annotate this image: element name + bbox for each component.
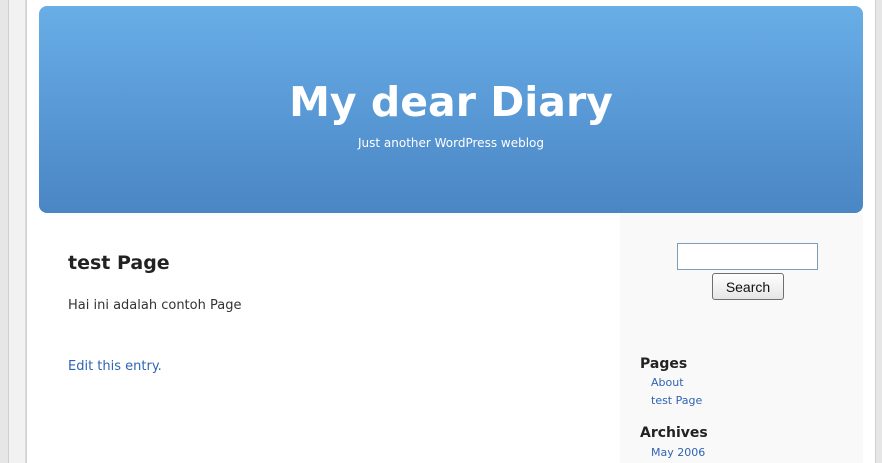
sidebar-item-test-page[interactable]: test Page: [651, 394, 702, 408]
edit-entry-link[interactable]: Edit this entry.: [68, 358, 162, 376]
site-title-link[interactable]: My dear Diary: [39, 78, 863, 126]
archives-heading: Archives: [640, 425, 708, 441]
sidebar-item-about[interactable]: About: [651, 376, 684, 390]
archive-item-may-2006[interactable]: May 2006: [651, 446, 705, 460]
post-title: test Page: [68, 252, 170, 274]
post-body: Hai ini adalah contoh Page: [68, 298, 242, 313]
site-tagline: Just another WordPress weblog: [357, 136, 544, 150]
search-button[interactable]: Search: [712, 273, 784, 300]
pages-heading: Pages: [640, 356, 688, 372]
window-left-edge: [8, 0, 26, 463]
search-input[interactable]: [677, 243, 818, 270]
site-header: My dear Diary Just another WordPress web…: [39, 6, 863, 213]
